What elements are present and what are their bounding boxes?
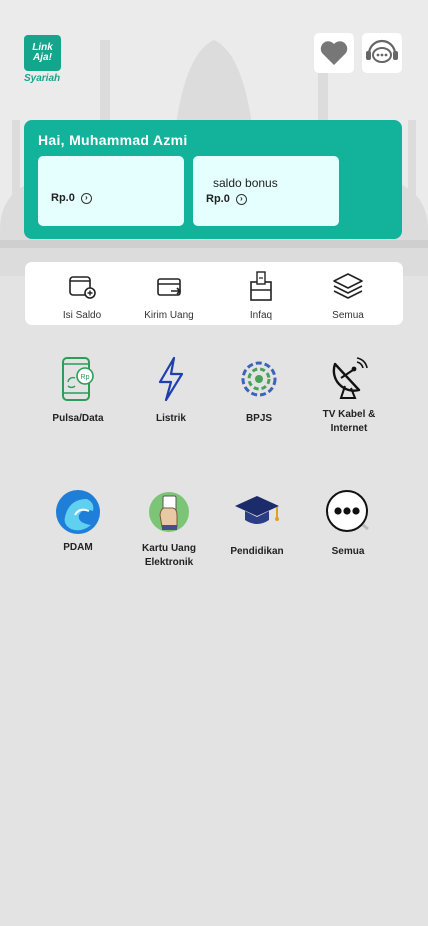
layers-icon — [333, 273, 363, 299]
service-semua[interactable]: Semua — [303, 489, 393, 559]
send-money-icon — [157, 278, 182, 296]
phone-credit-icon: Rp — [62, 357, 94, 401]
main-balance-value: Rp.0 — [51, 192, 75, 204]
service-pendidikan[interactable]: Pendidikan — [212, 489, 302, 559]
quick-menu-label: Kirim Uang — [144, 310, 194, 321]
service-label: Listrik — [155, 413, 186, 424]
main-balance-box[interactable]: Rp.0 › — [38, 156, 184, 226]
greeting-text: Hai, Muhammad Azmi — [38, 132, 188, 148]
bonus-balance: Rp.0 › — [206, 193, 247, 205]
service-label: Semua — [331, 546, 365, 557]
service-pdam[interactable]: PDAM — [33, 489, 123, 555]
wallet-topup-icon — [69, 276, 96, 299]
arrow-right-icon: › — [80, 192, 92, 204]
graduation-cap-icon — [235, 496, 279, 524]
water-drop-icon — [56, 490, 100, 534]
svg-text:Rp: Rp — [81, 374, 90, 381]
quick-menu: Isi Saldo Kirim Uang Infaq Semua — [25, 262, 403, 325]
quick-menu-infaq[interactable]: Infaq — [221, 270, 301, 321]
logo-text-line2: Aja! — [33, 52, 52, 63]
help-button[interactable] — [362, 33, 402, 73]
satellite-dish-icon — [332, 357, 368, 399]
service-pulsa-data[interactable]: Rp Pulsa/Data — [33, 356, 123, 426]
quick-menu-label: Infaq — [249, 310, 273, 321]
main-balance: Rp.0 › — [51, 192, 92, 204]
service-kartu-uang-elektronik[interactable]: Kartu Uang Elektronik — [124, 489, 214, 570]
quick-menu-label: Semua — [332, 310, 364, 321]
service-label: Pendidikan — [230, 546, 284, 557]
bonus-balance-box[interactable]: saldo bonus Rp.0 › — [193, 156, 339, 226]
balance-card: Hai, Muhammad Azmi Rp.0 › saldo bonus Rp… — [24, 120, 402, 239]
service-label: Pulsa/Data — [52, 413, 104, 424]
quick-menu-semua[interactable]: Semua — [308, 270, 388, 321]
quick-menu-label: Isi Saldo — [62, 310, 102, 321]
service-label: TV Kabel & Internet — [322, 409, 376, 434]
service-bpjs[interactable]: BPJS — [214, 356, 304, 426]
service-listrik[interactable]: Listrik — [126, 356, 216, 426]
service-label: PDAM — [63, 542, 93, 553]
bonus-balance-label: saldo bonus — [213, 176, 278, 190]
lightning-icon — [158, 356, 184, 402]
favorite-button[interactable] — [314, 33, 354, 73]
linkaja-syariah-logo: Link Aja! Syariah — [24, 35, 62, 85]
logo-mark: Link Aja! — [24, 35, 61, 71]
heart-icon — [320, 41, 348, 65]
quick-menu-isi-saldo[interactable]: Isi Saldo — [42, 270, 122, 321]
bonus-balance-value: Rp.0 — [206, 193, 230, 205]
arrow-right-icon: › — [235, 193, 247, 205]
bpjs-icon — [241, 361, 277, 397]
service-label: BPJS — [245, 413, 273, 424]
e-money-card-icon — [149, 492, 189, 532]
donation-box-icon — [250, 271, 272, 301]
service-label: Kartu Uang Elektronik — [142, 543, 196, 568]
more-icon — [326, 490, 369, 532]
service-tv-kabel-internet[interactable]: TV Kabel & Internet — [304, 356, 394, 436]
chat-support-icon — [366, 39, 398, 63]
quick-menu-kirim-uang[interactable]: Kirim Uang — [129, 270, 209, 321]
logo-subtitle: Syariah — [24, 73, 61, 84]
